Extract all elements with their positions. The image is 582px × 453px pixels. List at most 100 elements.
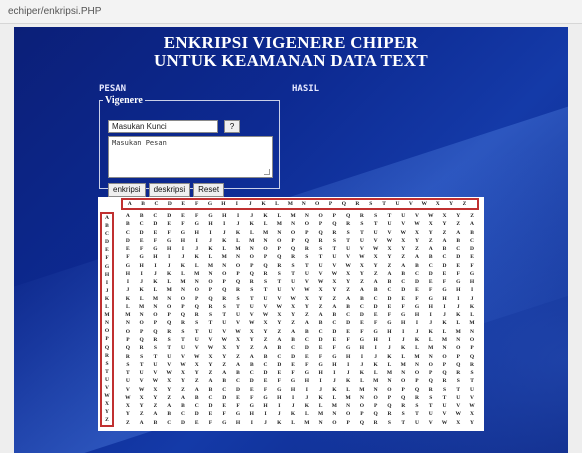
table-cell: V: [208, 336, 213, 343]
row-header-cell: G: [104, 263, 110, 270]
table-cell: V: [332, 262, 337, 269]
decrypt-button[interactable]: deskripsi: [148, 183, 191, 197]
table-cell: H: [167, 246, 172, 253]
table-cell: O: [153, 312, 158, 319]
table-cell: O: [442, 353, 447, 360]
encrypt-button[interactable]: enkripsi: [108, 183, 146, 197]
table-cell: R: [208, 303, 213, 310]
table-cell: C: [249, 370, 254, 377]
table-cell: X: [346, 270, 351, 277]
table-cell: W: [386, 237, 393, 244]
table-cell: X: [249, 328, 254, 335]
table-cell: O: [332, 419, 337, 426]
table-cell: W: [400, 229, 406, 236]
page-title-line1: ENKRIPSI VIGENERE CHIPER: [163, 33, 419, 52]
column-header-cell: T: [382, 201, 386, 207]
column-header-cell: K: [261, 201, 266, 207]
table-cell: T: [442, 394, 447, 401]
table-cell: X: [442, 213, 447, 219]
table-cell: J: [236, 221, 240, 228]
table-cell: B: [332, 312, 337, 319]
table-cell: M: [441, 336, 448, 343]
table-cell: A: [470, 221, 475, 228]
message-textarea[interactable]: Masukan Pesan: [108, 136, 273, 178]
table-cell: L: [428, 336, 433, 343]
table-cell: Y: [208, 361, 213, 368]
table-cell: L: [236, 237, 240, 244]
table-cell: G: [139, 254, 144, 261]
table-cell: D: [332, 328, 337, 335]
table-cell: U: [442, 403, 447, 410]
table-cell: T: [222, 312, 227, 319]
table-cell: H: [180, 237, 186, 244]
table-cell: F: [250, 394, 254, 401]
table-cell: M: [386, 370, 393, 377]
table-cell: S: [195, 320, 199, 327]
table-cell: A: [153, 411, 158, 418]
table-cell: A: [346, 295, 351, 302]
help-button[interactable]: ?: [224, 120, 240, 133]
table-cell: G: [359, 336, 365, 343]
table-cell: M: [125, 312, 131, 319]
table-cell: J: [209, 237, 212, 244]
table-cell: U: [222, 320, 227, 327]
table-cell: Y: [401, 246, 406, 253]
table-cell: U: [318, 262, 323, 269]
table-cell: K: [139, 287, 144, 294]
table-row: A B C D E F G H I J K L M N O P Q R S T U V W X Y Z: [121, 212, 479, 220]
table-cell: O: [414, 370, 420, 377]
table-row: RSTUVWXYZABCDEFGHIJKLMNOPQ: [121, 353, 479, 361]
table-cell: N: [456, 336, 461, 343]
table-cell: W: [221, 336, 227, 343]
table-cell: S: [236, 295, 240, 302]
table-cell: Y: [414, 237, 419, 244]
table-cell: Y: [470, 419, 475, 426]
row-header-cell: Z: [105, 417, 109, 424]
table-cell: Y: [346, 279, 351, 286]
table-cell: W: [138, 386, 145, 393]
page-title-line2: UNTUK KEAMANAN DATA TEXT: [153, 51, 429, 70]
table-cell: S: [332, 237, 336, 244]
table-cell: Y: [167, 386, 172, 393]
table-cell: P: [387, 394, 392, 401]
table-cell: W: [455, 411, 462, 418]
table-cell: U: [387, 221, 392, 228]
table-cell: G: [401, 312, 406, 319]
column-header-cell: Q: [341, 201, 347, 207]
table-cell: S: [277, 270, 281, 277]
table-cell: A: [387, 270, 392, 277]
table-cell: F: [456, 270, 460, 277]
table-cell: J: [264, 419, 267, 426]
table-cell: M: [139, 303, 145, 310]
table-cell: K: [249, 221, 254, 228]
table-cell: Q: [456, 361, 461, 368]
table-cell: Q: [318, 229, 323, 236]
table-cell: K: [290, 411, 296, 418]
table-row: PQRSTUVWXYZABCDEFGHIJKLMNO: [121, 336, 479, 344]
table-cell: N: [291, 221, 296, 228]
table-cell: X: [373, 254, 378, 261]
table-cell: C: [208, 394, 213, 401]
table-cell: X: [236, 336, 240, 343]
table-cell: H: [222, 213, 227, 219]
table-cell: U: [401, 213, 406, 219]
table-cell: E: [139, 237, 144, 244]
resize-grip-icon[interactable]: [264, 169, 270, 175]
column-header-cell: L: [275, 201, 279, 207]
table-cell: R: [277, 262, 282, 269]
table-cell: F: [401, 303, 405, 310]
table-cell: M: [359, 386, 365, 393]
table-cell: X: [263, 320, 268, 327]
key-input[interactable]: Masukan Kunci: [108, 120, 218, 133]
vigenere-table: ABCDEFGHIJKLMNOPQRSTUVWXYZ ABCDEFGHIJKLM…: [98, 197, 484, 431]
table-cell: L: [470, 312, 474, 319]
table-cell: R: [387, 411, 392, 418]
address-bar[interactable]: echiper/enkripsi.PHP: [0, 0, 582, 24]
table-cell: Y: [359, 270, 364, 277]
action-buttons: enkripsi deskripsi Reset: [108, 183, 225, 197]
table-cell: E: [470, 254, 474, 261]
table-cell: S: [401, 411, 405, 418]
table-cell: R: [139, 345, 144, 352]
reset-button[interactable]: Reset: [193, 183, 225, 197]
table-cell: L: [194, 262, 199, 269]
